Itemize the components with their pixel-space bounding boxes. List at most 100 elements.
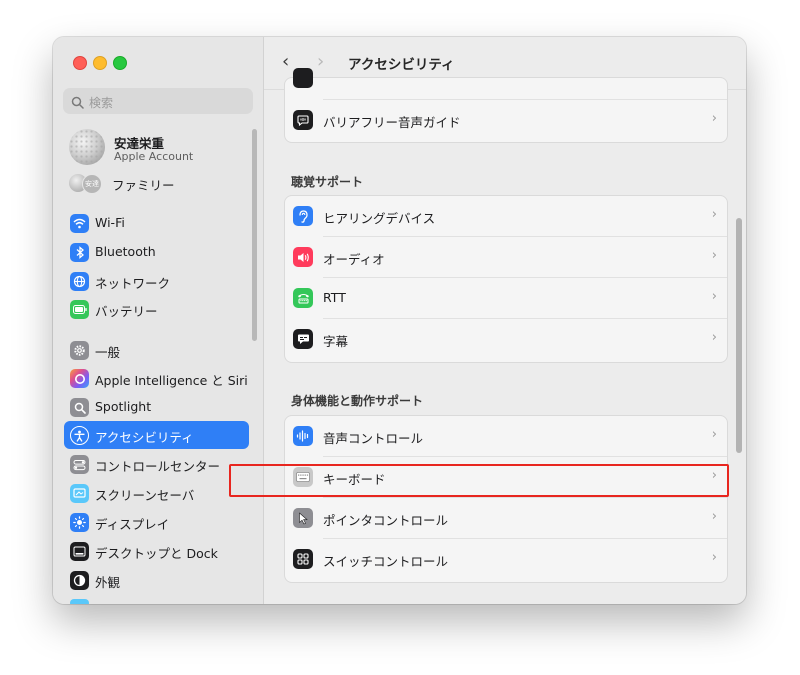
pointer-icon bbox=[293, 508, 313, 528]
audio-description-icon bbox=[293, 110, 313, 130]
list-item-pointer-control[interactable]: ポインタコントロール › bbox=[285, 498, 727, 539]
row-label: バリアフリー音声ガイド bbox=[323, 115, 461, 130]
sidebar: 検索 安達栄重 Apple Account 安達 ファミリー Wi-Fi Blu… bbox=[53, 37, 264, 604]
control-center-icon bbox=[70, 455, 89, 474]
page-title: アクセシビリティ bbox=[348, 57, 455, 73]
chevron-right-icon: › bbox=[711, 427, 717, 442]
minimize-window-button[interactable] bbox=[93, 56, 107, 70]
row-label: RTT bbox=[323, 290, 346, 305]
sidebar-item-label: デスクトップと Dock bbox=[95, 546, 218, 561]
row-label: ヒアリングデバイス bbox=[323, 211, 436, 226]
chevron-right-icon: › bbox=[711, 207, 717, 222]
captions-icon bbox=[293, 329, 313, 349]
section-header-motor: 身体機能と動作サポート bbox=[291, 394, 424, 408]
sidebar-item-wifi[interactable]: Wi-Fi bbox=[64, 209, 249, 237]
forward-button[interactable]: › bbox=[317, 51, 324, 72]
motor-group: 音声コントロール › キーボード › ポインタコントロール › スイッチコントロ… bbox=[284, 415, 728, 583]
family[interactable]: 安達 ファミリー bbox=[69, 172, 249, 194]
keyboard-icon bbox=[293, 467, 313, 487]
tty-icon bbox=[293, 288, 313, 308]
search-placeholder: 検索 bbox=[89, 96, 114, 110]
vision-group: バリアフリー音声ガイド › bbox=[284, 68, 728, 143]
account-subtitle: Apple Account bbox=[114, 150, 194, 163]
sidebar-item-spotlight[interactable]: Spotlight bbox=[64, 393, 249, 421]
search-field[interactable]: 検索 bbox=[63, 88, 253, 114]
sidebar-item-partial[interactable] bbox=[64, 595, 249, 604]
sidebar-item-label: Spotlight bbox=[95, 399, 152, 414]
list-item-audio-descriptions[interactable]: バリアフリー音声ガイド › bbox=[285, 100, 727, 141]
appearance-icon bbox=[70, 571, 89, 590]
sidebar-item-battery[interactable]: バッテリー bbox=[64, 295, 249, 323]
voice-control-icon bbox=[293, 426, 313, 446]
close-window-button[interactable] bbox=[73, 56, 87, 70]
sidebar-item-accessibility[interactable]: アクセシビリティ bbox=[64, 421, 249, 449]
list-item-audio[interactable]: オーディオ › bbox=[285, 237, 727, 278]
search-icon bbox=[71, 94, 84, 113]
sidebar-item-label: Apple Intelligence と Siri bbox=[95, 373, 248, 388]
list-item-keyboard[interactable]: キーボード › bbox=[285, 457, 727, 498]
ear-icon bbox=[293, 206, 313, 226]
sidebar-item-label: コントロールセンター bbox=[95, 459, 221, 474]
partial-icon bbox=[70, 599, 89, 604]
sidebar-item-label: ディスプレイ bbox=[95, 517, 170, 532]
sidebar-item-bluetooth[interactable]: Bluetooth bbox=[64, 238, 249, 266]
system-settings-window: 検索 安達栄重 Apple Account 安達 ファミリー Wi-Fi Blu… bbox=[53, 37, 746, 604]
globe-icon bbox=[70, 272, 89, 291]
screensaver-icon bbox=[70, 484, 89, 503]
family-avatar-initials: 安達 bbox=[82, 174, 102, 194]
row-label: 音声コントロール bbox=[323, 431, 424, 446]
avatar bbox=[69, 129, 105, 165]
siri-icon bbox=[70, 369, 89, 388]
list-item-captions[interactable]: 字幕 › bbox=[285, 319, 727, 360]
sidebar-scrollbar[interactable] bbox=[252, 129, 257, 341]
sidebar-item-label: Bluetooth bbox=[95, 244, 156, 259]
switch-control-icon bbox=[293, 549, 313, 569]
row-label: オーディオ bbox=[323, 252, 385, 267]
sidebar-item-screensaver[interactable]: スクリーンセーバ bbox=[64, 479, 249, 507]
wifi-icon bbox=[70, 214, 89, 233]
magnifier-icon bbox=[70, 398, 89, 417]
section-header-hearing: 聴覚サポート bbox=[291, 175, 364, 189]
sidebar-item-general[interactable]: 一般 bbox=[64, 336, 249, 364]
chevron-right-icon: › bbox=[711, 248, 717, 263]
chevron-right-icon: › bbox=[711, 289, 717, 304]
sidebar-item-label: 一般 bbox=[95, 345, 121, 360]
back-button[interactable]: ‹ bbox=[282, 51, 289, 72]
list-item-voice-control[interactable]: 音声コントロール › bbox=[285, 416, 727, 457]
main-content: ‹ › アクセシビリティ バリアフリー音声ガイド › 聴覚サポート ヒアリングデ… bbox=[264, 37, 746, 604]
sidebar-item-label: バッテリー bbox=[95, 304, 158, 319]
sun-icon bbox=[70, 513, 89, 532]
partial-row-icon bbox=[293, 68, 313, 88]
sidebar-item-network[interactable]: ネットワーク bbox=[64, 267, 249, 295]
hearing-group: ヒアリングデバイス › オーディオ › RTT › 字幕 › bbox=[284, 195, 728, 363]
row-label: ポインタコントロール bbox=[323, 513, 449, 528]
row-label: スイッチコントロール bbox=[323, 554, 449, 569]
bluetooth-icon bbox=[70, 243, 89, 262]
sidebar-item-desktop-dock[interactable]: デスクトップと Dock bbox=[64, 537, 249, 565]
zoom-window-button[interactable] bbox=[113, 56, 127, 70]
sidebar-item-label: アクセシビリティ bbox=[95, 430, 194, 445]
sidebar-item-displays[interactable]: ディスプレイ bbox=[64, 508, 249, 536]
chevron-right-icon: › bbox=[711, 509, 717, 524]
battery-icon bbox=[70, 300, 89, 319]
speaker-icon bbox=[293, 247, 313, 267]
row-label: 字幕 bbox=[323, 334, 349, 349]
sidebar-item-control-center[interactable]: コントロールセンター bbox=[64, 450, 249, 478]
chevron-right-icon: › bbox=[711, 111, 717, 126]
list-item-rtt[interactable]: RTT › bbox=[285, 278, 727, 319]
list-item-switch-control[interactable]: スイッチコントロール › bbox=[285, 539, 727, 580]
gear-icon bbox=[70, 341, 89, 360]
sidebar-item-label: ネットワーク bbox=[95, 276, 171, 291]
apple-account[interactable]: 安達栄重 Apple Account bbox=[69, 129, 249, 169]
sidebar-item-apple-intelligence-siri[interactable]: Apple Intelligence と Siri bbox=[64, 364, 249, 392]
sidebar-item-label: スクリーンセーバ bbox=[95, 488, 195, 503]
main-scrollbar[interactable] bbox=[736, 218, 742, 453]
sidebar-item-appearance[interactable]: 外観 bbox=[64, 566, 249, 594]
sidebar-item-label: Wi-Fi bbox=[95, 215, 125, 230]
accessibility-icon bbox=[70, 426, 89, 445]
list-item-partial[interactable] bbox=[285, 68, 727, 100]
sidebar-item-label: 外観 bbox=[95, 575, 121, 590]
row-label: キーボード bbox=[323, 472, 386, 487]
list-item-hearing-devices[interactable]: ヒアリングデバイス › bbox=[285, 196, 727, 237]
chevron-right-icon: › bbox=[711, 468, 717, 483]
